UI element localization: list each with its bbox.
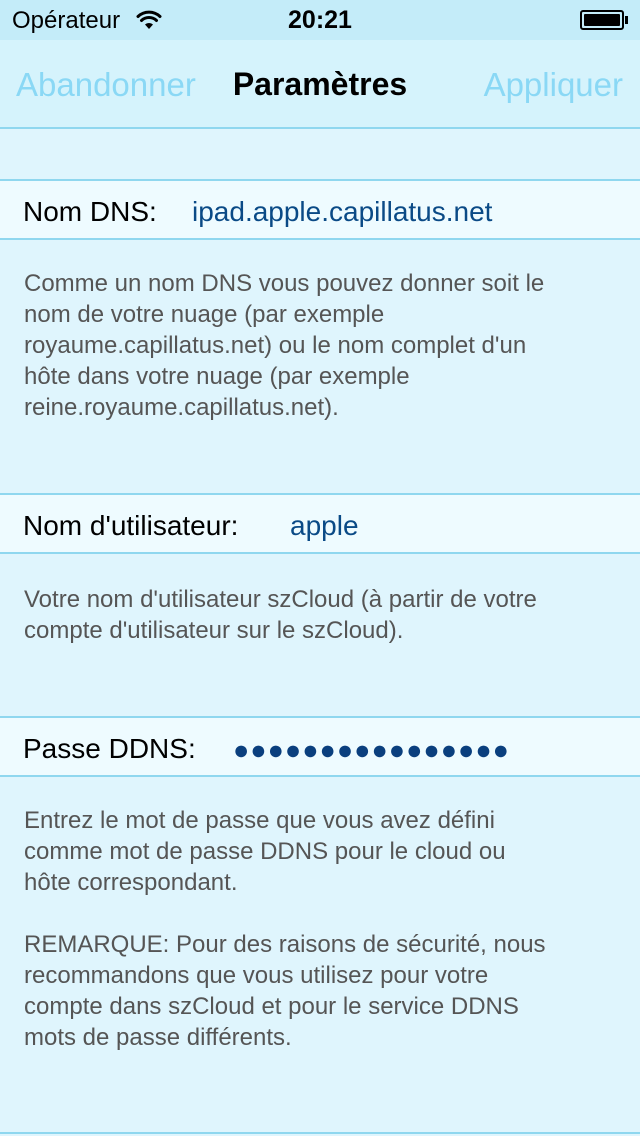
password-description: Entrez le mot de passe que vous avez déf… xyxy=(24,807,506,896)
status-clock: 20:21 xyxy=(288,6,352,34)
password-label: Passe DDNS: xyxy=(23,733,196,764)
navigation-bar: Abandonner Paramètres Appliquer xyxy=(0,40,640,129)
password-field[interactable]: ●●●●●●●●●●●●●●●● xyxy=(233,735,510,766)
dns-name-field[interactable]: ipad.apple.capillatus.net xyxy=(192,196,492,228)
battery-icon xyxy=(580,10,628,30)
status-bar: Opérateur 20:21 xyxy=(0,0,640,40)
dns-name-description: Comme un nom DNS vous pouvez donner soit… xyxy=(24,270,545,421)
apply-button[interactable]: Appliquer xyxy=(484,66,623,104)
dns-name-row[interactable]: Nom DNS: ipad.apple.capillatus.net xyxy=(0,179,640,240)
username-description: Votre nom d'utilisateur szCloud (à parti… xyxy=(24,586,537,644)
password-row[interactable]: Passe DDNS: ●●●●●●●●●●●●●●●● xyxy=(0,716,640,777)
username-field[interactable]: apple xyxy=(290,510,359,542)
username-label: Nom d'utilisateur: xyxy=(23,510,239,541)
bottom-separator xyxy=(0,1132,640,1134)
security-note: REMARQUE: Pour des raisons de sécurité, … xyxy=(24,931,546,1051)
dns-name-label: Nom DNS: xyxy=(23,196,157,227)
username-row[interactable]: Nom d'utilisateur: apple xyxy=(0,493,640,554)
